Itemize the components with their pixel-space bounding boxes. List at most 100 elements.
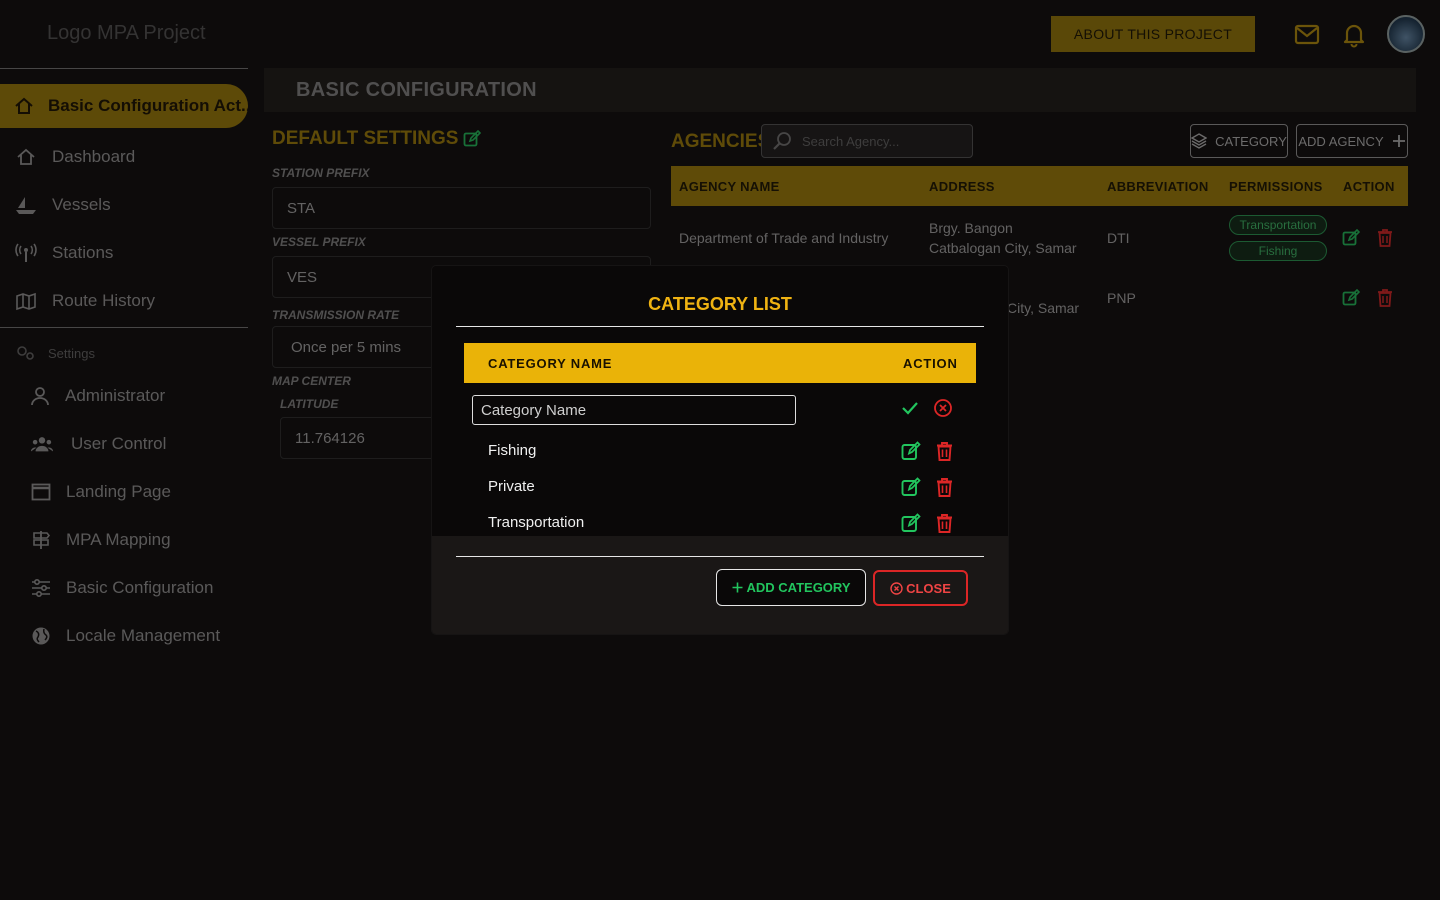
sidebar-item-label: Landing Page bbox=[66, 482, 171, 501]
users-icon bbox=[31, 433, 53, 455]
sliders-icon bbox=[30, 577, 52, 599]
agency-search-input[interactable]: Search Agency... bbox=[761, 124, 973, 158]
trash-icon[interactable] bbox=[1375, 288, 1395, 308]
category-list-item: Private bbox=[488, 478, 535, 495]
home-icon bbox=[14, 96, 34, 116]
sidebar-item-landing-page[interactable]: Landing Page bbox=[30, 481, 171, 503]
agency-address-line1: Brgy. Bangon bbox=[929, 220, 1013, 236]
trash-icon[interactable] bbox=[933, 476, 955, 498]
agency-abbreviation-cell: DTI bbox=[1107, 230, 1130, 246]
sidebar-item-basic-configuration[interactable]: Basic Configuration bbox=[30, 577, 213, 599]
globe-icon bbox=[30, 625, 52, 647]
edit-icon[interactable] bbox=[900, 512, 922, 534]
column-header: ADDRESS bbox=[929, 178, 995, 194]
settings-heading: Settings bbox=[16, 345, 95, 361]
map-center-label: MAP CENTER bbox=[272, 374, 351, 388]
latitude-label: LATITUDE bbox=[280, 397, 339, 411]
map-icon bbox=[14, 289, 38, 313]
sidebar-item-stations[interactable]: Stations bbox=[14, 241, 113, 265]
edit-icon[interactable] bbox=[900, 440, 922, 462]
app-logo[interactable]: Logo MPA Project bbox=[47, 22, 206, 45]
edit-icon[interactable] bbox=[463, 130, 482, 148]
permission-badge: Transportation bbox=[1229, 215, 1327, 235]
sidebar-item-vessels[interactable]: Vessels bbox=[14, 193, 111, 217]
station-prefix-field[interactable]: STA bbox=[272, 187, 651, 229]
column-header: ABBREVIATION bbox=[1107, 178, 1209, 194]
sidebar-item-label: Vessels bbox=[52, 195, 111, 214]
agency-abbreviation-cell: PNP bbox=[1107, 290, 1136, 306]
plus-icon bbox=[732, 582, 743, 593]
sidebar-item-label: Basic Configuration Act... bbox=[48, 96, 248, 115]
category-list-modal: CATEGORY LIST CATEGORY NAME ACTION Fishi… bbox=[432, 266, 1008, 634]
station-prefix-label: STATION PREFIX bbox=[272, 166, 370, 180]
add-category-button[interactable]: ADD CATEGORY bbox=[716, 569, 866, 606]
page-title: BASIC CONFIGURATION bbox=[264, 68, 1416, 112]
modal-divider bbox=[456, 326, 984, 327]
signpost-icon bbox=[30, 529, 52, 551]
sidebar-item-active[interactable]: Basic Configuration Act... bbox=[0, 84, 248, 128]
avatar[interactable] bbox=[1387, 15, 1425, 53]
boat-icon bbox=[14, 193, 38, 217]
column-header: AGENCY NAME bbox=[679, 178, 780, 194]
modal-divider bbox=[456, 556, 984, 557]
trash-icon[interactable] bbox=[933, 440, 955, 462]
column-header: PERMISSIONS bbox=[1229, 178, 1323, 194]
sidebar-item-label: Locale Management bbox=[66, 626, 221, 645]
sidebar-divider bbox=[0, 327, 248, 328]
column-header: ACTION bbox=[903, 356, 958, 371]
transmission-rate-label: TRANSMISSION RATE bbox=[272, 308, 400, 322]
close-button[interactable]: CLOSE bbox=[873, 570, 968, 606]
category-list-item: Fishing bbox=[488, 442, 537, 459]
add-category-label: ADD CATEGORY bbox=[746, 580, 851, 595]
sidebar-item-dashboard[interactable]: Dashboard bbox=[14, 145, 135, 169]
category-list-item: Transportation bbox=[488, 514, 585, 531]
category-button[interactable]: CATEGORY bbox=[1190, 124, 1288, 158]
add-agency-button[interactable]: ADD AGENCY bbox=[1296, 124, 1408, 158]
top-bar: Logo MPA Project ABOUT THIS PROJECT bbox=[0, 0, 1440, 68]
close-circle-icon bbox=[890, 581, 903, 595]
mail-icon[interactable] bbox=[1292, 20, 1322, 50]
agencies-table-header: AGENCY NAME ADDRESS ABBREVIATION PERMISS… bbox=[671, 166, 1408, 206]
plus-icon bbox=[1392, 134, 1406, 148]
cancel-circle-x-icon[interactable] bbox=[932, 397, 954, 419]
sidebar-item-locale-management[interactable]: Locale Management bbox=[30, 625, 220, 647]
antenna-icon bbox=[14, 241, 38, 265]
vessel-prefix-label: VESSEL PREFIX bbox=[272, 235, 366, 249]
default-settings-title: DEFAULT SETTINGS bbox=[272, 128, 482, 150]
modal-title: CATEGORY LIST bbox=[648, 294, 792, 314]
column-header: CATEGORY NAME bbox=[488, 356, 613, 371]
agency-name-cell: Department of Trade and Industry bbox=[679, 230, 889, 246]
edit-icon[interactable] bbox=[1341, 228, 1361, 248]
layers-icon bbox=[1191, 133, 1208, 149]
sidebar-item-label: Basic Configuration bbox=[66, 578, 214, 597]
search-icon bbox=[772, 131, 792, 151]
trash-icon[interactable] bbox=[933, 512, 955, 534]
sidebar: Basic Configuration Act... Dashboard Ves… bbox=[0, 68, 248, 900]
bell-icon[interactable] bbox=[1339, 20, 1369, 50]
sidebar-item-label: Route History bbox=[52, 291, 155, 310]
sidebar-item-route-history[interactable]: Route History bbox=[14, 289, 155, 313]
agency-address-line2: Catbalogan City, Samar bbox=[929, 240, 1077, 256]
sidebar-item-user-control[interactable]: User Control bbox=[31, 433, 166, 455]
edit-icon[interactable] bbox=[900, 476, 922, 498]
sidebar-item-administrator[interactable]: Administrator bbox=[29, 385, 165, 407]
sidebar-item-label: User Control bbox=[71, 434, 167, 453]
agency-address-line2: City, Samar bbox=[1007, 300, 1080, 316]
sidebar-item-label: Stations bbox=[52, 243, 114, 262]
category-button-label: CATEGORY bbox=[1215, 133, 1287, 149]
trash-icon[interactable] bbox=[1375, 228, 1395, 248]
agencies-title: AGENCIES bbox=[671, 131, 771, 152]
section-title-text: DEFAULT SETTINGS bbox=[272, 128, 459, 149]
category-name-input[interactable] bbox=[472, 395, 796, 425]
sidebar-divider bbox=[0, 68, 248, 69]
sidebar-item-label: MPA Mapping bbox=[66, 530, 171, 549]
confirm-check-icon[interactable] bbox=[899, 397, 921, 419]
add-agency-label: ADD AGENCY bbox=[1298, 133, 1384, 149]
settings-label: Settings bbox=[48, 345, 95, 361]
about-project-button[interactable]: ABOUT THIS PROJECT bbox=[1051, 16, 1255, 52]
sidebar-item-mpa-mapping[interactable]: MPA Mapping bbox=[30, 529, 171, 551]
edit-icon[interactable] bbox=[1341, 288, 1361, 308]
category-table-header: CATEGORY NAME ACTION bbox=[464, 343, 976, 383]
sidebar-item-label: Administrator bbox=[65, 386, 166, 405]
sidebar-item-label: Dashboard bbox=[52, 147, 136, 166]
